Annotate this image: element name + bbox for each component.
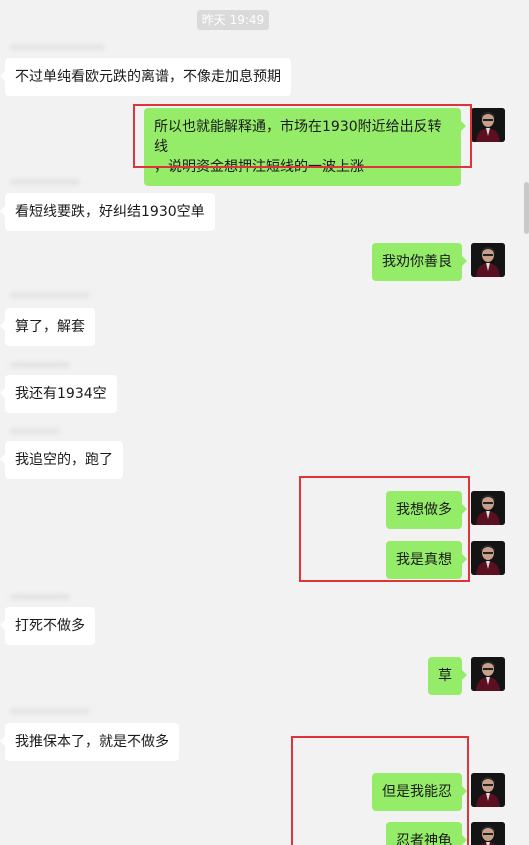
- message-bubble-received[interactable]: 算了，解套: [0, 308, 95, 346]
- user-avatar-icon-graphic: [471, 657, 505, 691]
- highlight-box: [133, 104, 472, 168]
- message-bubble-received[interactable]: 我推保本了，就是不做多: [0, 723, 179, 761]
- scrollbar-thumb[interactable]: [524, 182, 529, 234]
- user-avatar-icon-graphic: [471, 822, 505, 845]
- sender-name-blurred: [10, 362, 70, 368]
- scrollbar[interactable]: [523, 0, 529, 845]
- user-avatar-icon-graphic: [471, 773, 505, 807]
- user-avatar-icon[interactable]: [471, 773, 505, 807]
- sender-name-blurred: [10, 179, 80, 185]
- sender-name-blurred: [10, 594, 70, 600]
- user-avatar-icon[interactable]: [471, 243, 505, 277]
- user-avatar-icon-graphic: [471, 491, 505, 525]
- highlight-box: [291, 736, 469, 845]
- message-bubble-received[interactable]: 我还有1934空: [0, 375, 117, 413]
- user-avatar-icon-graphic: [471, 108, 505, 142]
- message-bubble-received[interactable]: 打死不做多: [0, 607, 95, 645]
- message-bubble-received[interactable]: 我追空的，跑了: [0, 441, 123, 479]
- user-avatar-icon[interactable]: [471, 541, 505, 575]
- user-avatar-icon-graphic: [471, 541, 505, 575]
- chat-window: 昨天 19:49 不过单纯看欧元跌的离谱，不像走加息预期 所以也就能解释通，市场…: [0, 0, 529, 845]
- sender-name-blurred: [10, 292, 90, 298]
- highlight-box: [299, 476, 470, 582]
- sender-name-blurred: [10, 708, 90, 714]
- timestamp: 昨天 19:49: [197, 10, 269, 30]
- user-avatar-icon[interactable]: [471, 491, 505, 525]
- user-avatar-icon[interactable]: [471, 657, 505, 691]
- user-avatar-icon-graphic: [471, 243, 505, 277]
- message-bubble-sent[interactable]: 草: [428, 657, 467, 695]
- sender-name-blurred: [10, 428, 60, 434]
- sender-name-blurred: [10, 44, 105, 50]
- message-bubble-received[interactable]: 不过单纯看欧元跌的离谱，不像走加息预期: [0, 58, 291, 96]
- message-bubble-received[interactable]: 看短线要跌，好纠结1930空单: [0, 193, 215, 231]
- user-avatar-icon[interactable]: [471, 822, 505, 845]
- message-bubble-sent[interactable]: 我劝你善良: [372, 243, 467, 281]
- user-avatar-icon[interactable]: [471, 108, 505, 142]
